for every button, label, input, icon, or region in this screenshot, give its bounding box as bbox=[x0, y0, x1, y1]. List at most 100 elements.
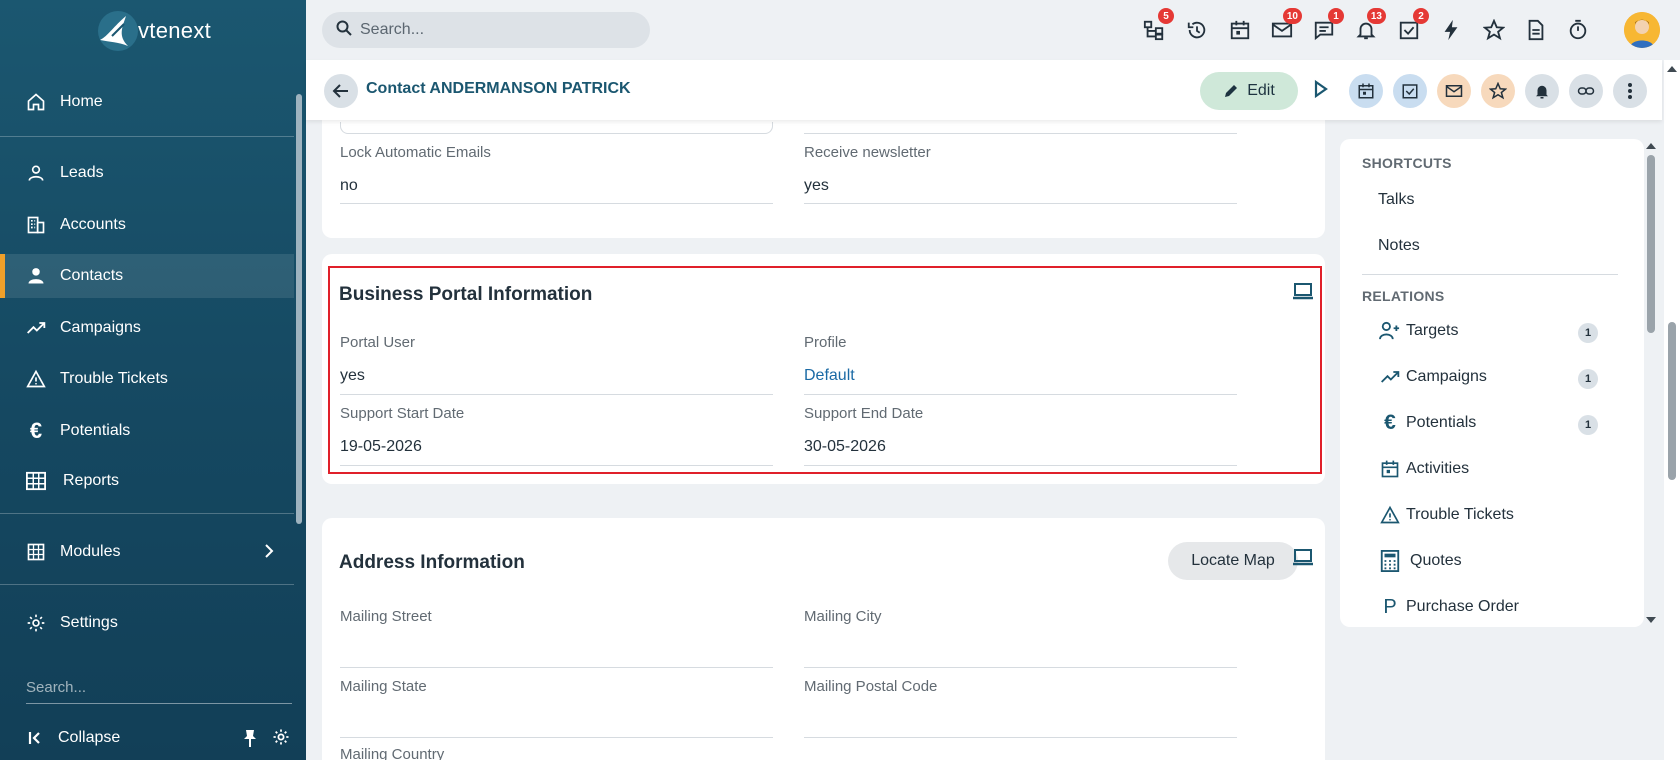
add-task-button[interactable] bbox=[1393, 74, 1427, 108]
related-panel-scrollbar[interactable] bbox=[1644, 139, 1658, 627]
mail-icon[interactable]: 10 bbox=[1268, 8, 1302, 44]
scrollbar-thumb[interactable] bbox=[1668, 322, 1676, 480]
relation-targets[interactable]: Targets bbox=[1378, 319, 1458, 343]
star-icon[interactable] bbox=[1480, 16, 1508, 44]
mailing-state-field[interactable] bbox=[340, 737, 773, 738]
edit-label: Edit bbox=[1247, 82, 1275, 99]
building-icon bbox=[25, 214, 47, 236]
collapse-button[interactable]: Collapse bbox=[58, 729, 120, 747]
sidebar-item-potentials[interactable]: € Potentials bbox=[0, 409, 294, 453]
sidebar-item-leads[interactable]: Leads bbox=[0, 151, 294, 195]
relation-trouble-tickets[interactable]: Trouble Tickets bbox=[1378, 503, 1514, 527]
favorite-button[interactable] bbox=[1481, 74, 1515, 108]
mailing-street-field[interactable] bbox=[340, 667, 773, 668]
relation-purchase-order[interactable]: P Purchase Order bbox=[1378, 595, 1519, 619]
send-mail-button[interactable] bbox=[1437, 74, 1471, 108]
edit-button[interactable]: Edit bbox=[1200, 72, 1298, 110]
history-icon[interactable] bbox=[1183, 16, 1211, 44]
scroll-up-icon[interactable] bbox=[1644, 141, 1658, 151]
more-menu-button[interactable] bbox=[1613, 74, 1647, 108]
mailing-city-label: Mailing City bbox=[804, 608, 882, 625]
main-scrollbar[interactable] bbox=[1664, 60, 1680, 760]
sidebar-item-contacts[interactable]: Contacts bbox=[0, 254, 294, 298]
sidebar-scrollbar[interactable] bbox=[295, 80, 303, 640]
add-event-button[interactable] bbox=[1349, 74, 1383, 108]
shortcut-notes[interactable]: Notes bbox=[1378, 237, 1420, 255]
email-field[interactable] bbox=[340, 122, 773, 134]
follow-button[interactable] bbox=[1525, 74, 1559, 108]
star-icon bbox=[1489, 82, 1507, 100]
newsletter-label: Receive newsletter bbox=[804, 144, 931, 161]
shortcut-talks[interactable]: Talks bbox=[1378, 191, 1414, 209]
collapse-icon[interactable] bbox=[28, 730, 44, 746]
shortcuts-heading: SHORTCUTS bbox=[1362, 155, 1452, 171]
laptop-icon[interactable] bbox=[1292, 548, 1314, 566]
newsletter-value[interactable]: yes bbox=[804, 177, 829, 195]
sidebar-item-home[interactable]: Home bbox=[0, 80, 294, 124]
scroll-up-icon[interactable] bbox=[1664, 64, 1680, 74]
play-icon[interactable] bbox=[1312, 78, 1330, 105]
locate-map-button[interactable]: Locate Map bbox=[1168, 542, 1298, 580]
sidebar-item-settings[interactable]: Settings bbox=[0, 601, 294, 645]
sidebar-item-accounts[interactable]: Accounts bbox=[0, 203, 294, 247]
sidebar-item-trouble-tickets[interactable]: Trouble Tickets bbox=[0, 357, 294, 401]
notification-badge: 10 bbox=[1282, 8, 1302, 24]
user-avatar[interactable] bbox=[1624, 12, 1660, 48]
calendar-icon[interactable] bbox=[1226, 16, 1254, 44]
mailing-postal-field[interactable] bbox=[804, 737, 1237, 738]
gear-icon bbox=[25, 612, 47, 634]
relation-label: Quotes bbox=[1410, 552, 1462, 569]
logo-mark-icon bbox=[98, 11, 138, 51]
scrollbar-thumb[interactable] bbox=[1647, 155, 1655, 333]
link-button[interactable] bbox=[1569, 74, 1603, 108]
warning-icon bbox=[1378, 503, 1402, 527]
relation-potentials[interactable]: € Potentials bbox=[1378, 411, 1476, 435]
sidebar-item-modules[interactable]: Modules bbox=[0, 530, 294, 574]
notification-badge: 13 bbox=[1366, 8, 1386, 24]
pin-icon[interactable] bbox=[242, 728, 258, 753]
scrollbar-thumb[interactable] bbox=[296, 94, 302, 524]
related-panel: SHORTCUTS Talks Notes RELATIONS Targets … bbox=[1340, 139, 1644, 627]
app-logo[interactable]: vtenext bbox=[92, 6, 211, 56]
address-section-title: Address Information bbox=[339, 552, 525, 573]
sidebar-search-input[interactable] bbox=[26, 672, 292, 704]
sidebar-settings-icon[interactable] bbox=[272, 728, 290, 751]
mailing-city-field[interactable] bbox=[804, 667, 1237, 668]
back-button[interactable] bbox=[324, 74, 358, 108]
count-badge: 1 bbox=[1578, 323, 1598, 343]
calendar-icon bbox=[1378, 457, 1402, 481]
calculator-icon bbox=[1378, 549, 1402, 573]
lightning-icon[interactable] bbox=[1437, 16, 1465, 44]
arrow-left-icon bbox=[332, 84, 348, 98]
lock-emails-value[interactable]: no bbox=[340, 177, 358, 195]
sidebar-divider bbox=[0, 584, 294, 585]
field-underline bbox=[804, 133, 1237, 134]
sidebar-item-reports[interactable]: Reports bbox=[0, 459, 294, 503]
timer-icon[interactable] bbox=[1564, 16, 1592, 44]
trend-icon bbox=[1378, 365, 1402, 389]
user-outline-icon bbox=[25, 162, 47, 184]
sidebar-item-campaigns[interactable]: Campaigns bbox=[0, 306, 294, 350]
sidebar-item-label: Reports bbox=[63, 472, 120, 489]
hierarchy-icon[interactable]: 5 bbox=[1140, 8, 1174, 44]
relation-label: Activities bbox=[1406, 460, 1470, 477]
relation-quotes[interactable]: Quotes bbox=[1378, 549, 1462, 573]
relation-campaigns[interactable]: Campaigns bbox=[1378, 365, 1487, 389]
table-icon bbox=[25, 470, 47, 492]
document-icon[interactable] bbox=[1522, 16, 1550, 44]
mailing-street-label: Mailing Street bbox=[340, 608, 432, 625]
global-search[interactable] bbox=[322, 12, 650, 48]
mail-icon bbox=[1445, 85, 1463, 97]
pencil-icon bbox=[1225, 85, 1238, 97]
scroll-down-icon[interactable] bbox=[1644, 615, 1658, 625]
relation-activities[interactable]: Activities bbox=[1378, 457, 1469, 481]
bell-icon[interactable]: 13 bbox=[1352, 8, 1386, 44]
record-header: Contact ANDERMANSON PATRICK Edit bbox=[306, 60, 1662, 120]
chat-icon[interactable]: 1 bbox=[1310, 8, 1344, 44]
tasks-icon[interactable]: 2 bbox=[1395, 8, 1429, 44]
users-plus-icon bbox=[1378, 319, 1402, 343]
count-badge: 1 bbox=[1578, 415, 1598, 435]
grid-icon bbox=[25, 541, 47, 563]
notification-badge: 1 bbox=[1328, 8, 1344, 24]
search-input[interactable] bbox=[360, 21, 620, 39]
